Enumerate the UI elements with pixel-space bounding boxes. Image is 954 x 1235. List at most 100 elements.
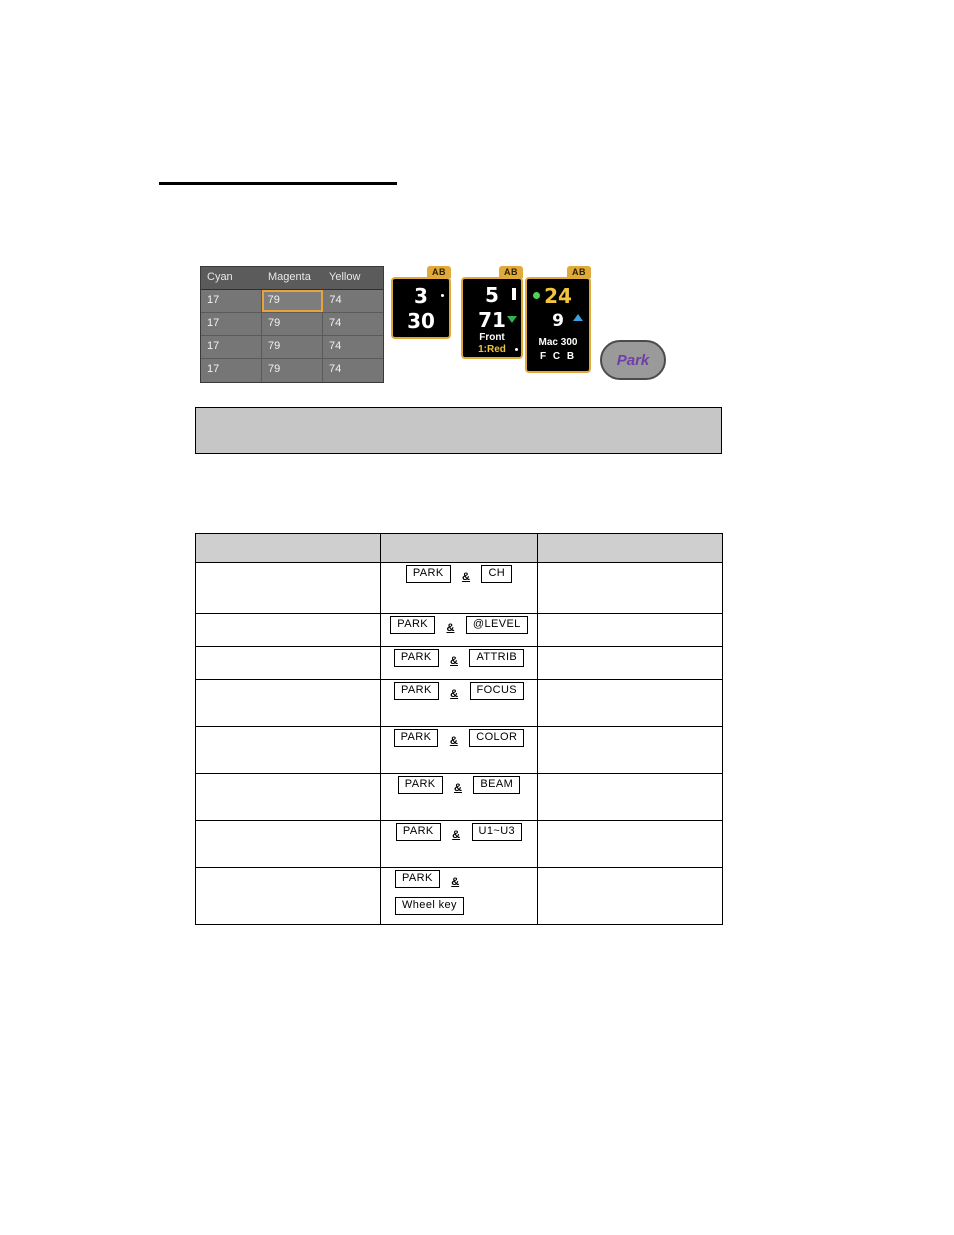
keys-row-7-desc xyxy=(195,820,381,868)
table-row[interactable]: 17 79 74 xyxy=(201,290,383,313)
key-ch[interactable]: CH xyxy=(481,565,513,583)
key-color[interactable]: COLOR xyxy=(469,729,525,747)
level-bar-icon xyxy=(512,288,516,300)
encoder-3-bottom-line: 9 xyxy=(527,308,589,333)
table-row: PARK & U1~U3 xyxy=(195,820,723,868)
cmy-cell-yellow-2[interactable]: 74 xyxy=(323,313,383,335)
encoder-2-top-line: 5 xyxy=(463,282,521,307)
keys-row-2-note xyxy=(537,613,723,647)
encoder-3-fixture-label: Mac 300 xyxy=(538,337,578,348)
keys-row-5-combo: PARK & COLOR xyxy=(380,726,538,774)
keys-row-2-combo: PARK & @LEVEL xyxy=(380,613,538,647)
conjunction: & xyxy=(446,622,455,634)
conjunction: & xyxy=(450,655,458,667)
encoder-display-1[interactable]: AB 3 30 xyxy=(391,266,451,339)
table-row[interactable]: 17 79 74 xyxy=(201,359,383,382)
cmy-cell-yellow-4[interactable]: 74 xyxy=(323,359,383,382)
keys-row-4-combo: PARK & FOCUS xyxy=(380,679,538,727)
cmy-cell-magenta-4[interactable]: 79 xyxy=(262,359,323,382)
keys-row-7-note xyxy=(537,820,723,868)
encoder-1-top-value: 3 xyxy=(414,283,428,308)
cmy-cell-cyan-2[interactable]: 17 xyxy=(201,313,262,335)
keys-row-6-note xyxy=(537,773,723,821)
cmy-cell-magenta-2[interactable]: 79 xyxy=(262,313,323,335)
table-row[interactable]: 17 79 74 xyxy=(201,336,383,359)
conjunction: & xyxy=(462,571,470,583)
encoder-ab-tab-3: AB xyxy=(567,266,591,278)
dot-icon xyxy=(515,348,518,351)
cmy-cell-yellow-3[interactable]: 74 xyxy=(323,336,383,358)
cmy-cell-magenta-3[interactable]: 79 xyxy=(262,336,323,358)
key-u1-u3[interactable]: U1~U3 xyxy=(471,823,523,841)
cmy-cell-cyan-4[interactable]: 17 xyxy=(201,359,262,382)
key-park[interactable]: PARK xyxy=(405,565,451,583)
key-park[interactable]: PARK xyxy=(393,682,439,700)
cmy-cell-cyan-1[interactable]: 17 xyxy=(201,290,262,312)
keys-header-col-1 xyxy=(195,533,381,563)
cmy-cell-cyan-3[interactable]: 17 xyxy=(201,336,262,358)
keys-row-6-combo: PARK & BEAM xyxy=(380,773,538,821)
conjunction: & xyxy=(450,688,459,700)
table-row: PARK & COLOR xyxy=(195,726,723,774)
encoder-display-2[interactable]: AB 5 71 Front 1:Red xyxy=(461,266,523,359)
encoder-2-bottom-line: 71 xyxy=(463,307,521,332)
keys-header-col-3 xyxy=(537,533,723,563)
encoder-1-top-line: 3 xyxy=(393,283,449,308)
table-row: PARK & BEAM xyxy=(195,773,723,821)
table-row: PARK & CH xyxy=(195,562,723,614)
encoder-3-top-line: 24 xyxy=(527,283,589,308)
table-row: PARK & FOCUS xyxy=(195,679,723,727)
keys-row-8-line2: Wheel key xyxy=(395,895,537,915)
key-focus[interactable]: FOCUS xyxy=(469,682,525,700)
cmy-cell-magenta-1-selected[interactable]: 79 xyxy=(261,290,324,312)
keys-row-3-note xyxy=(537,646,723,680)
keys-header-col-2 xyxy=(380,533,538,563)
conjunction: & xyxy=(452,829,461,841)
key-park[interactable]: PARK xyxy=(390,616,436,634)
encoder-display-3[interactable]: AB 24 9 Mac 300 F C B xyxy=(525,266,591,373)
keys-row-8-desc xyxy=(195,867,381,925)
status-dot-icon xyxy=(533,292,540,299)
keys-row-7-combo: PARK & U1~U3 xyxy=(380,820,538,868)
note-callout-box xyxy=(195,407,722,454)
key-park[interactable]: PARK xyxy=(395,823,441,841)
encoder-2-top-value: 5 xyxy=(485,282,499,307)
key-wheel[interactable]: Wheel key xyxy=(395,897,464,915)
dot-icon xyxy=(441,294,444,297)
encoder-3-bottom-value: 9 xyxy=(552,310,564,331)
encoder-3-top-value: 24 xyxy=(544,283,572,308)
keys-row-4-desc xyxy=(195,679,381,727)
keys-row-3-desc xyxy=(195,646,381,680)
key-attrib[interactable]: ATTRIB xyxy=(469,649,525,667)
encoder-2-bottom-value: 71 xyxy=(478,307,506,332)
key-at-level[interactable]: @LEVEL xyxy=(465,616,528,634)
triangle-down-icon xyxy=(507,316,517,323)
cmy-value-table: Cyan Magenta Yellow 17 79 74 17 79 74 17… xyxy=(200,266,384,383)
key-park[interactable]: PARK xyxy=(393,649,439,667)
cmy-cell-yellow-1[interactable]: 74 xyxy=(323,290,383,312)
keys-row-3-combo: PARK & ATTRIB xyxy=(380,646,538,680)
key-park[interactable]: PARK xyxy=(397,776,443,794)
cmy-table-header-row: Cyan Magenta Yellow xyxy=(201,267,383,290)
keys-row-1-combo: PARK & CH xyxy=(380,562,538,614)
conjunction: & xyxy=(449,735,458,747)
table-row: PARK & @LEVEL xyxy=(195,613,723,647)
table-row[interactable]: 17 79 74 xyxy=(201,313,383,336)
keys-table-header-row xyxy=(195,533,723,563)
park-key-combinations-table: PARK & CH PARK & @LEVEL PARK & ATTRIB PA… xyxy=(195,533,723,925)
encoder-ab-tab-2: AB xyxy=(499,266,523,278)
keys-row-1-desc xyxy=(195,562,381,614)
keys-row-5-desc xyxy=(195,726,381,774)
keys-row-8-combo: PARK & Wheel key xyxy=(380,867,538,925)
encoder-1-bottom-line: 30 xyxy=(393,308,449,333)
keys-row-8-note xyxy=(537,867,723,925)
table-row: PARK & ATTRIB xyxy=(195,646,723,680)
park-button[interactable]: Park xyxy=(600,340,666,380)
key-beam[interactable]: BEAM xyxy=(473,776,521,794)
key-park[interactable]: PARK xyxy=(395,870,440,888)
encoder-2-sub-label-2: 1:Red xyxy=(463,344,521,356)
conjunction: & xyxy=(454,782,462,794)
key-park[interactable]: PARK xyxy=(393,729,439,747)
encoder-3-attribute-row: F C B xyxy=(539,351,577,362)
keys-row-5-note xyxy=(537,726,723,774)
